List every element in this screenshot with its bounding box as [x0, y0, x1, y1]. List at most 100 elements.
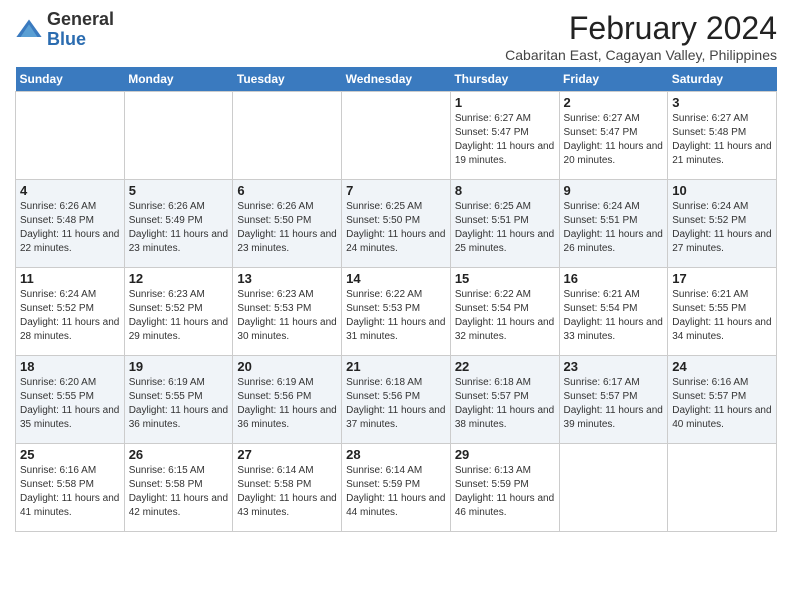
week-row-4: 18Sunrise: 6:20 AMSunset: 5:55 PMDayligh… — [16, 356, 777, 444]
day-number: 21 — [346, 359, 446, 374]
col-header-friday: Friday — [559, 67, 668, 92]
day-number: 9 — [564, 183, 664, 198]
calendar-cell: 12 Sunrise: 6:23 AMSunset: 5:52 PMDayligh… — [124, 268, 233, 356]
day-info: Sunrise: 6:22 AMSunset: 5:53 PMDaylight:… — [346, 288, 446, 344]
day-info: Sunrise: 6:25 AMSunset: 5:51 PMDaylight:… — [455, 200, 555, 256]
calendar-cell — [16, 92, 125, 180]
day-info: Sunrise: 6:15 AMSunset: 5:58 PMDaylight:… — [129, 464, 229, 520]
day-info: Sunrise: 6:23 AMSunset: 5:53 PMDaylight:… — [237, 288, 337, 344]
day-info: Sunrise: 6:24 AMSunset: 5:51 PMDaylight:… — [564, 200, 664, 256]
day-number: 24 — [672, 359, 772, 374]
calendar-cell: 5Sunrise: 6:26 AMSunset: 5:49 PMDaylight… — [124, 180, 233, 268]
calendar-cell: 29Sunrise: 6:13 AMSunset: 5:59 PMDayligh… — [450, 444, 559, 532]
day-number: 27 — [237, 447, 337, 462]
calendar-cell: 19 Sunrise: 6:19 AMSunset: 5:55 PMDayligh… — [124, 356, 233, 444]
day-info: Sunrise: 6:21 AMSunset: 5:55 PMDaylight:… — [672, 288, 772, 344]
calendar-cell: 15 Sunrise: 6:22 AMSunset: 5:54 PMDayligh… — [450, 268, 559, 356]
day-number: 7 — [346, 183, 446, 198]
header: General Blue February 2024 Cabaritan Eas… — [15, 10, 777, 63]
calendar-cell: 16 Sunrise: 6:21 AMSunset: 5:54 PMDayligh… — [559, 268, 668, 356]
day-number: 23 — [564, 359, 664, 374]
day-number: 25 — [20, 447, 120, 462]
calendar-cell — [233, 92, 342, 180]
calendar-cell: 9 Sunrise: 6:24 AMSunset: 5:51 PMDaylight… — [559, 180, 668, 268]
day-info: Sunrise: 6:18 AMSunset: 5:57 PMDaylight:… — [455, 376, 555, 432]
day-info: Sunrise: 6:26 AMSunset: 5:48 PMDaylight:… — [20, 200, 120, 256]
day-info: Sunrise: 6:18 AMSunset: 5:56 PMDaylight:… — [346, 376, 446, 432]
day-info: Sunrise: 6:19 AMSunset: 5:55 PMDaylight:… — [129, 376, 229, 432]
day-info: Sunrise: 6:21 AMSunset: 5:54 PMDaylight:… — [564, 288, 664, 344]
day-number: 5 — [129, 183, 229, 198]
calendar-cell — [342, 92, 451, 180]
day-number: 19 — [129, 359, 229, 374]
day-info: Sunrise: 6:24 AMSunset: 5:52 PMDaylight:… — [20, 288, 120, 344]
week-row-1: 1Sunrise: 6:27 AMSunset: 5:47 PMDaylight… — [16, 92, 777, 180]
day-info: Sunrise: 6:19 AMSunset: 5:56 PMDaylight:… — [237, 376, 337, 432]
day-number: 8 — [455, 183, 555, 198]
calendar-cell: 27 Sunrise: 6:14 AMSunset: 5:58 PMDayligh… — [233, 444, 342, 532]
calendar-table: SundayMondayTuesdayWednesdayThursdayFrid… — [15, 67, 777, 532]
day-number: 3 — [672, 95, 772, 110]
day-info: Sunrise: 6:14 AMSunset: 5:58 PMDaylight:… — [237, 464, 337, 520]
col-header-wednesday: Wednesday — [342, 67, 451, 92]
day-number: 2 — [564, 95, 664, 110]
day-number: 20 — [237, 359, 337, 374]
day-number: 10 — [672, 183, 772, 198]
calendar-cell: 3Sunrise: 6:27 AMSunset: 5:48 PMDaylight… — [668, 92, 777, 180]
day-number: 14 — [346, 271, 446, 286]
day-info: Sunrise: 6:23 AMSunset: 5:52 PMDaylight:… — [129, 288, 229, 344]
title-section: February 2024 Cabaritan East, Cagayan Va… — [505, 10, 777, 63]
logo-general: General — [47, 9, 114, 29]
calendar-cell: 11 Sunrise: 6:24 AMSunset: 5:52 PMDayligh… — [16, 268, 125, 356]
col-header-monday: Monday — [124, 67, 233, 92]
day-number: 26 — [129, 447, 229, 462]
logo-text: General Blue — [47, 10, 114, 50]
day-info: Sunrise: 6:27 AMSunset: 5:47 PMDaylight:… — [455, 112, 555, 168]
week-row-5: 25 Sunrise: 6:16 AMSunset: 5:58 PMDayligh… — [16, 444, 777, 532]
calendar-cell: 10Sunrise: 6:24 AMSunset: 5:52 PMDayligh… — [668, 180, 777, 268]
page: General Blue February 2024 Cabaritan Eas… — [0, 0, 792, 542]
calendar-cell — [124, 92, 233, 180]
calendar-cell: 23 Sunrise: 6:17 AMSunset: 5:57 PMDayligh… — [559, 356, 668, 444]
month-title: February 2024 — [505, 10, 777, 47]
col-header-tuesday: Tuesday — [233, 67, 342, 92]
calendar-cell: 18Sunrise: 6:20 AMSunset: 5:55 PMDayligh… — [16, 356, 125, 444]
header-row: SundayMondayTuesdayWednesdayThursdayFrid… — [16, 67, 777, 92]
day-info: Sunrise: 6:16 AMSunset: 5:58 PMDaylight:… — [20, 464, 120, 520]
calendar-cell: 4 Sunrise: 6:26 AMSunset: 5:48 PMDaylight… — [16, 180, 125, 268]
logo: General Blue — [15, 10, 114, 50]
day-number: 22 — [455, 359, 555, 374]
calendar-cell: 7Sunrise: 6:25 AMSunset: 5:50 PMDaylight… — [342, 180, 451, 268]
day-number: 28 — [346, 447, 446, 462]
calendar-cell: 20 Sunrise: 6:19 AMSunset: 5:56 PMDayligh… — [233, 356, 342, 444]
day-number: 16 — [564, 271, 664, 286]
day-info: Sunrise: 6:20 AMSunset: 5:55 PMDaylight:… — [20, 376, 120, 432]
day-number: 6 — [237, 183, 337, 198]
day-info: Sunrise: 6:14 AMSunset: 5:59 PMDaylight:… — [346, 464, 446, 520]
day-info: Sunrise: 6:26 AMSunset: 5:50 PMDaylight:… — [237, 200, 337, 256]
calendar-cell: 21 Sunrise: 6:18 AMSunset: 5:56 PMDayligh… — [342, 356, 451, 444]
day-info: Sunrise: 6:27 AMSunset: 5:47 PMDaylight:… — [564, 112, 664, 168]
calendar-cell: 24Sunrise: 6:16 AMSunset: 5:57 PMDayligh… — [668, 356, 777, 444]
calendar-cell: 28 Sunrise: 6:14 AMSunset: 5:59 PMDayligh… — [342, 444, 451, 532]
day-number: 29 — [455, 447, 555, 462]
calendar-cell: 26 Sunrise: 6:15 AMSunset: 5:58 PMDayligh… — [124, 444, 233, 532]
col-header-saturday: Saturday — [668, 67, 777, 92]
day-info: Sunrise: 6:22 AMSunset: 5:54 PMDaylight:… — [455, 288, 555, 344]
calendar-cell: 1Sunrise: 6:27 AMSunset: 5:47 PMDaylight… — [450, 92, 559, 180]
day-number: 12 — [129, 271, 229, 286]
day-number: 15 — [455, 271, 555, 286]
calendar-cell: 8 Sunrise: 6:25 AMSunset: 5:51 PMDaylight… — [450, 180, 559, 268]
calendar-cell — [668, 444, 777, 532]
calendar-cell — [559, 444, 668, 532]
calendar-cell: 17Sunrise: 6:21 AMSunset: 5:55 PMDayligh… — [668, 268, 777, 356]
day-number: 4 — [20, 183, 120, 198]
calendar-cell: 25 Sunrise: 6:16 AMSunset: 5:58 PMDayligh… — [16, 444, 125, 532]
calendar-cell: 13Sunrise: 6:23 AMSunset: 5:53 PMDayligh… — [233, 268, 342, 356]
calendar-cell: 2 Sunrise: 6:27 AMSunset: 5:47 PMDaylight… — [559, 92, 668, 180]
week-row-3: 11 Sunrise: 6:24 AMSunset: 5:52 PMDayligh… — [16, 268, 777, 356]
day-info: Sunrise: 6:17 AMSunset: 5:57 PMDaylight:… — [564, 376, 664, 432]
calendar-cell: 14 Sunrise: 6:22 AMSunset: 5:53 PMDayligh… — [342, 268, 451, 356]
logo-icon — [15, 16, 43, 44]
day-number: 11 — [20, 271, 120, 286]
